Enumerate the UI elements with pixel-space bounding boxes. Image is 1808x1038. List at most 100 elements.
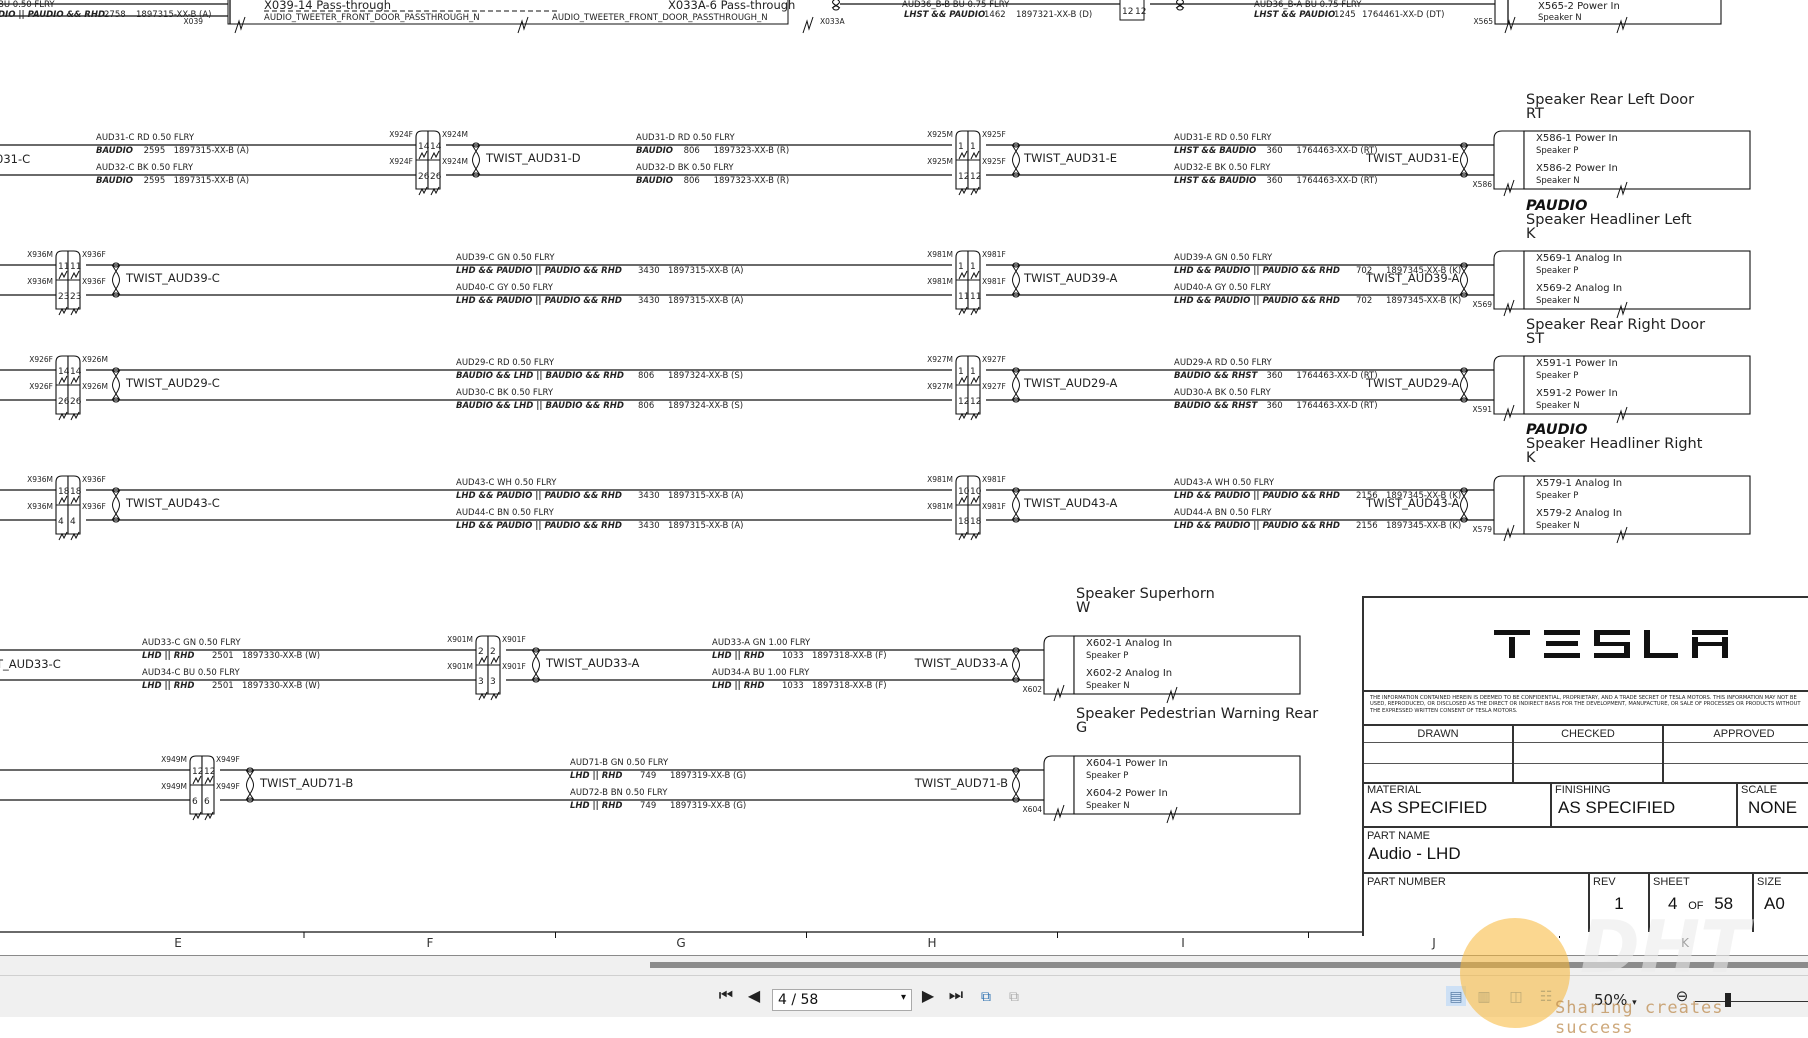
- connector-label: X926M: [82, 382, 108, 391]
- pin-number: 6: [204, 797, 210, 807]
- zoom-slider[interactable]: [1695, 1001, 1808, 1002]
- connector-label: X936F: [82, 277, 106, 286]
- pin-number: 11: [58, 262, 69, 272]
- device-pin-function: Speaker P: [1536, 266, 1578, 276]
- last-page-icon: ⏭: [948, 987, 964, 1004]
- wire-option-code: LHD || RHD: [712, 651, 764, 661]
- pin-number: 18: [958, 517, 970, 527]
- scrollbar-thumb[interactable]: [650, 962, 1808, 968]
- wire-option-code: LHD || RHD: [142, 681, 194, 691]
- zoom-level[interactable]: 50% ▾: [1594, 991, 1637, 1009]
- pin-number: 10: [970, 487, 982, 497]
- connector-label: X927M: [927, 355, 953, 364]
- prev-page-icon: ◀: [747, 988, 761, 1005]
- device-connector-label: X569: [1473, 300, 1493, 309]
- wire-part-number: 1897315-XX-B (A): [174, 146, 249, 156]
- next-page-button[interactable]: ▶: [918, 986, 938, 1006]
- connector-label: X949F: [216, 782, 240, 791]
- first-page-button[interactable]: ⏮: [716, 986, 736, 1006]
- part-name-label: PART NAME: [1367, 830, 1430, 842]
- wire-length: 806: [684, 176, 700, 186]
- wire-option-code: LHD || RHD: [712, 681, 764, 691]
- wire-part-number: 1897324-XX-B (S): [668, 371, 743, 381]
- pin-number: 26: [70, 397, 82, 407]
- device-title: Speaker Superhorn: [1076, 586, 1215, 602]
- device-pin-label: X586-1 Power In: [1536, 133, 1618, 144]
- wire-length: 749: [640, 771, 656, 781]
- connector-label: X936M: [27, 250, 53, 259]
- twist-symbol: [1459, 144, 1469, 176]
- facing-view-button[interactable]: ◫: [1506, 986, 1526, 1006]
- device-pin-label: X591-2 Power In: [1536, 388, 1618, 399]
- size-value: A0: [1764, 894, 1785, 913]
- page-number-field[interactable]: 4 / 58 ▾: [772, 989, 912, 1011]
- wire-spec: AUD72-B BN 0.50 FLRY: [570, 788, 668, 798]
- twist-label: TWIST_AUD31-E: [1365, 151, 1459, 165]
- horizontal-scrollbar[interactable]: [0, 955, 1808, 976]
- wire-spec: AUD32-C BK 0.50 FLRY: [96, 163, 194, 173]
- wire-part-number: 1897323-XX-B (R): [714, 146, 790, 156]
- connector-label: X936M: [27, 475, 53, 484]
- passthrough-signal: AUDIO_TWEETER_FRONT_DOOR_PASSTHROUGH_N: [264, 13, 480, 23]
- wire-length: 806: [638, 371, 654, 381]
- connector-label: X926M: [82, 355, 108, 364]
- continuous-facing-view-button[interactable]: ☷: [1536, 986, 1556, 1006]
- twist-symbol: [1011, 264, 1021, 296]
- zoom-out-button[interactable]: ⊖: [1672, 986, 1692, 1006]
- passthrough-title: X033A-6 Pass-through: [668, 0, 795, 12]
- continuous-view-button[interactable]: ▥: [1474, 986, 1494, 1006]
- pin-number: 12: [1122, 7, 1133, 17]
- twist-symbol: [471, 144, 481, 176]
- connector-label: X936F: [82, 502, 106, 511]
- pin-number: 26: [418, 172, 430, 182]
- wire-length: 2156: [1356, 521, 1378, 531]
- twist-symbol: [111, 489, 121, 521]
- device-location-code: RT: [1526, 106, 1544, 122]
- pin-number: 1: [958, 262, 964, 272]
- zoom-slider-thumb[interactable]: [1725, 993, 1731, 1007]
- pin-number: 18: [970, 517, 982, 527]
- pin-number: 12: [204, 767, 215, 777]
- wire-part-number: 1897330-XX-B (W): [242, 651, 320, 661]
- twist-symbol: [1011, 769, 1021, 801]
- wire-option-code: LHD || RHD: [570, 771, 622, 781]
- grid-column-label: J: [1431, 936, 1436, 950]
- wire-break-mark: [802, 16, 814, 34]
- connector-label: X936F: [82, 475, 106, 484]
- previous-view-button[interactable]: ⧉: [976, 986, 996, 1006]
- wire-break-mark: [234, 16, 246, 34]
- prev-page-button[interactable]: ◀: [744, 986, 764, 1006]
- twist-label: TWIST_AUD31-D: [485, 151, 581, 165]
- wire-length: 1462: [984, 10, 1006, 20]
- wire-option-code: LHD || RHD: [142, 651, 194, 661]
- wire-spec: AUD44-C BN 0.50 FLRY: [456, 508, 555, 518]
- next-view-button[interactable]: ⧉: [1004, 986, 1024, 1006]
- wire-option-code: BAUDIO && LHD || BAUDIO && RHD: [456, 371, 624, 381]
- wire-spec: AUD43-C WH 0.50 FLRY: [456, 478, 557, 488]
- device-pin-function: Speaker P: [1536, 491, 1578, 501]
- wire-length: 360: [1266, 371, 1282, 381]
- pin-number: 11: [70, 262, 81, 272]
- part-name-row: PART NAME Audio - LHD: [1364, 828, 1808, 874]
- tesla-logo: [1494, 630, 1728, 658]
- device-connector-label: X586: [1473, 180, 1493, 189]
- zoom-dropdown-icon[interactable]: ▾: [1632, 998, 1637, 1008]
- twist-symbol: [111, 264, 121, 296]
- device-pin-label: X569-1 Analog In: [1536, 253, 1622, 264]
- twist-label: TWIST_AUD71-B: [259, 776, 353, 790]
- wire-option-code: LHST && PAUDIO: [1254, 10, 1335, 20]
- wire-spec: AUD39-C GN 0.50 FLRY: [456, 253, 555, 263]
- passthrough-title: X039-14 Pass-through: [264, 0, 391, 12]
- wire-part-number: 1764461-XX-D (DT): [1362, 10, 1444, 20]
- chevron-down-icon[interactable]: ▾: [901, 992, 906, 1003]
- device-pin-label: X586-2 Power In: [1536, 163, 1618, 174]
- pin-number: 23: [70, 292, 81, 302]
- pin-number: 1: [958, 367, 964, 377]
- wire-option-code: BAUDIO: [96, 176, 133, 186]
- device-pin-label: X591-1 Power In: [1536, 358, 1618, 369]
- last-page-button[interactable]: ⏭: [946, 986, 966, 1006]
- single-page-view-button[interactable]: ▤: [1446, 986, 1466, 1006]
- pin-number: 6: [192, 797, 198, 807]
- grid-column-label: I: [1181, 936, 1185, 950]
- device-location-code: W: [1076, 600, 1090, 616]
